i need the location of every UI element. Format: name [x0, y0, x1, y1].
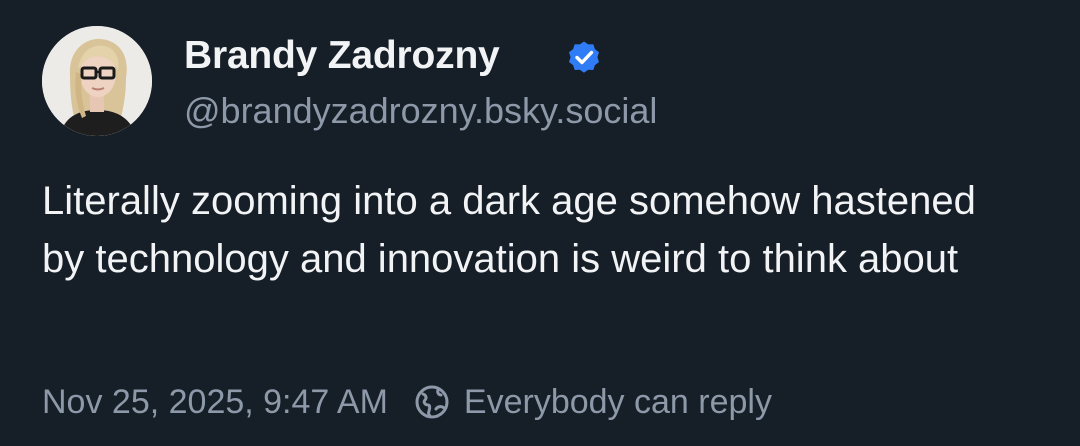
reply-setting-label: Everybody can reply [463, 382, 772, 421]
post-text: Literally zooming into a dark age someho… [42, 179, 976, 281]
author-avatar[interactable] [42, 26, 152, 136]
globe-icon [415, 385, 449, 419]
post-timestamp[interactable]: Nov 25, 2025, 9:47 AM [42, 383, 388, 422]
author-handle[interactable]: @brandyzadrozny.bsky.social [184, 90, 657, 132]
reply-setting[interactable]: Everybody can reply [414, 383, 772, 422]
post-card: Brandy Zadrozny @brandyzadrozny.bsky.soc… [0, 0, 1080, 446]
author-display-name[interactable]: Brandy Zadrozny [184, 34, 500, 78]
avatar-image [42, 26, 152, 136]
verified-badge-icon[interactable] [566, 40, 602, 76]
post-meta: Nov 25, 2025, 9:47 AM Everybody can repl… [42, 380, 772, 424]
